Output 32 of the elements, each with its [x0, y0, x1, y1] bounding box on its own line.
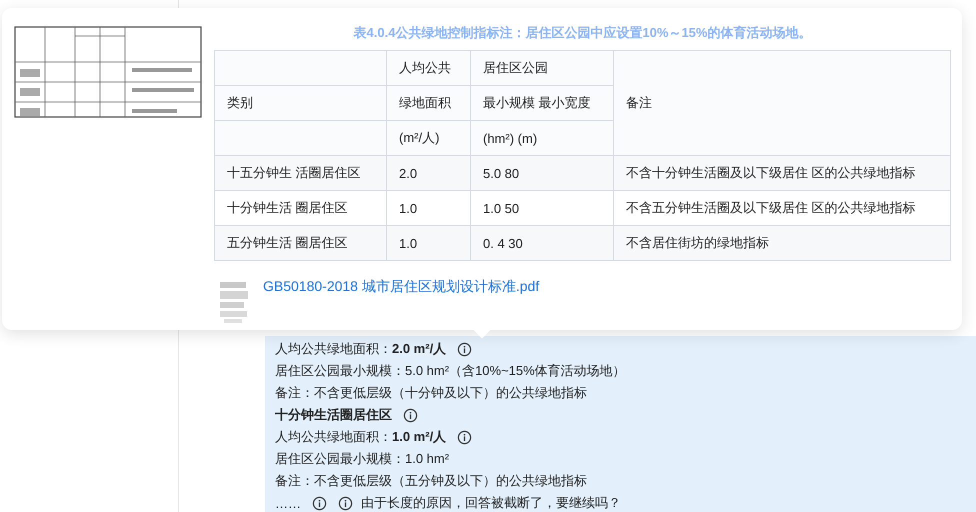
table-cell: 1.0 [386, 226, 470, 260]
file-link[interactable]: GB50180-2018 城市居住区规划设计标准.pdf [263, 278, 540, 296]
table-cell: 不含十分钟生活圈及以下级居住 区的公共绿地指标 [614, 156, 950, 190]
message-text: 人均公共绿地面积：1.0 m²/人 [275, 428, 446, 446]
truncation-notice: 由于长度的原因，回答被截断了，要继续吗？ [361, 494, 621, 512]
table-cell: 十五分钟生 活圈居住区 [214, 156, 386, 190]
table-cell: 5.0 80 [470, 156, 614, 190]
message-text: 居住区公园最小规模：5.0 hm²（含10%~15%体育活动场地） [275, 362, 626, 380]
info-icon[interactable] [403, 408, 418, 422]
header-cell: 绿地面积 [386, 86, 470, 120]
table-caption: 表4.0.4公共绿地控制指标注：居住区公园中应设置10%～15%的体育活动场地。 [352, 24, 812, 42]
table-cell: 五分钟生活 圈居住区 [214, 226, 386, 260]
header-cell: 备注 [614, 50, 950, 156]
message-text: 备注：不含更低层级（十分钟及以下）的公共绿地指标 [275, 384, 587, 402]
table-cell: 2.0 [386, 156, 470, 190]
table-cell: 不含居住街坊的绿地指标 [614, 226, 950, 260]
info-icon[interactable] [338, 496, 353, 510]
message-text: 备注：不含更低层级（五分钟及以下）的公共绿地指标 [275, 472, 587, 490]
info-icon[interactable] [457, 430, 472, 444]
header-cell: 最小规模 最小宽度 [470, 86, 614, 120]
table-cell: 0. 4 30 [470, 226, 614, 260]
info-icon[interactable] [312, 496, 327, 510]
header-cell: 居住区公园 [470, 50, 614, 86]
message-text: 人均公共绿地面积：2.0 m²/人 [275, 340, 446, 358]
section-heading: 十分钟生活圈居住区 [275, 406, 392, 424]
header-cell: (m²/人) [386, 120, 470, 156]
header-cell: (hm²) (m) [470, 120, 614, 156]
header-cell: 人均公共 [386, 50, 470, 86]
ellipsis-text: …… [275, 496, 301, 510]
message-text: 居住区公园最小规模：1.0 hm² [275, 450, 450, 468]
info-icon[interactable] [457, 342, 472, 356]
header-cell: 类别 [214, 86, 386, 120]
